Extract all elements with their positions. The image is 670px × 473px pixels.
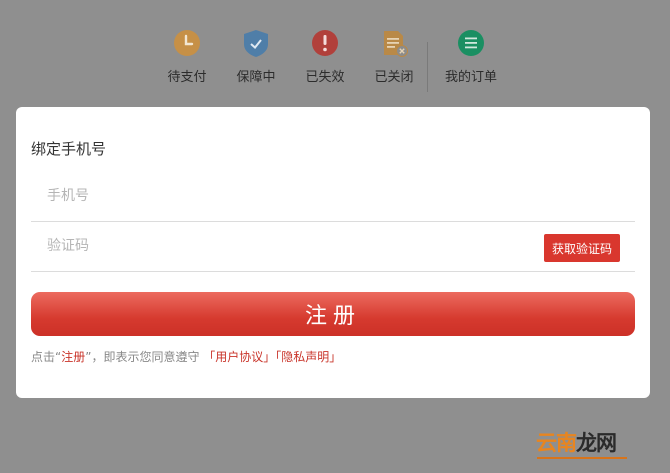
agreement-register-word: 注册 (61, 350, 86, 364)
alert-icon (310, 28, 340, 58)
dialog-title: 绑定手机号 (31, 140, 107, 158)
get-code-button[interactable]: 获取验证码 (544, 234, 620, 262)
order-list-icon (456, 28, 486, 58)
status-closed[interactable]: 已关闭 (359, 28, 429, 86)
shield-icon (241, 28, 271, 58)
watermark-part1: 云南 (536, 431, 577, 455)
phone-field (31, 171, 635, 222)
watermark-underline (537, 457, 627, 459)
agreement-prefix: 点击“ (31, 350, 62, 364)
agreement-text: 点击“注册”，即表示您同意遵守 「用户协议」「隐私声明」 (31, 348, 341, 365)
status-label: 已关闭 (374, 70, 414, 85)
status-label: 已失效 (305, 70, 345, 85)
agreement-middle: ”，即表示您同意遵守 (85, 350, 200, 364)
clock-icon (172, 28, 202, 58)
site-watermark: 云南龙网 (536, 430, 617, 456)
register-button[interactable]: 注册 (31, 292, 635, 336)
verification-code-input[interactable] (31, 221, 529, 271)
document-closed-icon (379, 28, 409, 58)
status-label: 保障中 (236, 70, 276, 85)
order-status-bar: 待支付 保障中 已失效 已关闭 我的订单 (0, 28, 670, 100)
bind-phone-dialog: 绑定手机号 获取验证码 注册 点击“注册”，即表示您同意遵守 「用户协议」「隐私… (16, 107, 650, 398)
status-pending-payment[interactable]: 待支付 (152, 28, 222, 86)
my-orders[interactable]: 我的订单 (436, 28, 506, 86)
privacy-policy-link[interactable]: 「隐私声明」 (275, 350, 341, 364)
status-protected[interactable]: 保障中 (221, 28, 291, 86)
verification-code-field: 获取验证码 (31, 221, 635, 272)
watermark-part2: 龙网 (576, 431, 617, 455)
status-expired[interactable]: 已失效 (290, 28, 360, 86)
status-label: 我的订单 (444, 70, 497, 85)
phone-input[interactable] (31, 171, 529, 221)
status-divider (427, 42, 428, 92)
status-label: 待支付 (167, 70, 207, 85)
user-agreement-link[interactable]: 「用户协议」 (203, 350, 275, 364)
